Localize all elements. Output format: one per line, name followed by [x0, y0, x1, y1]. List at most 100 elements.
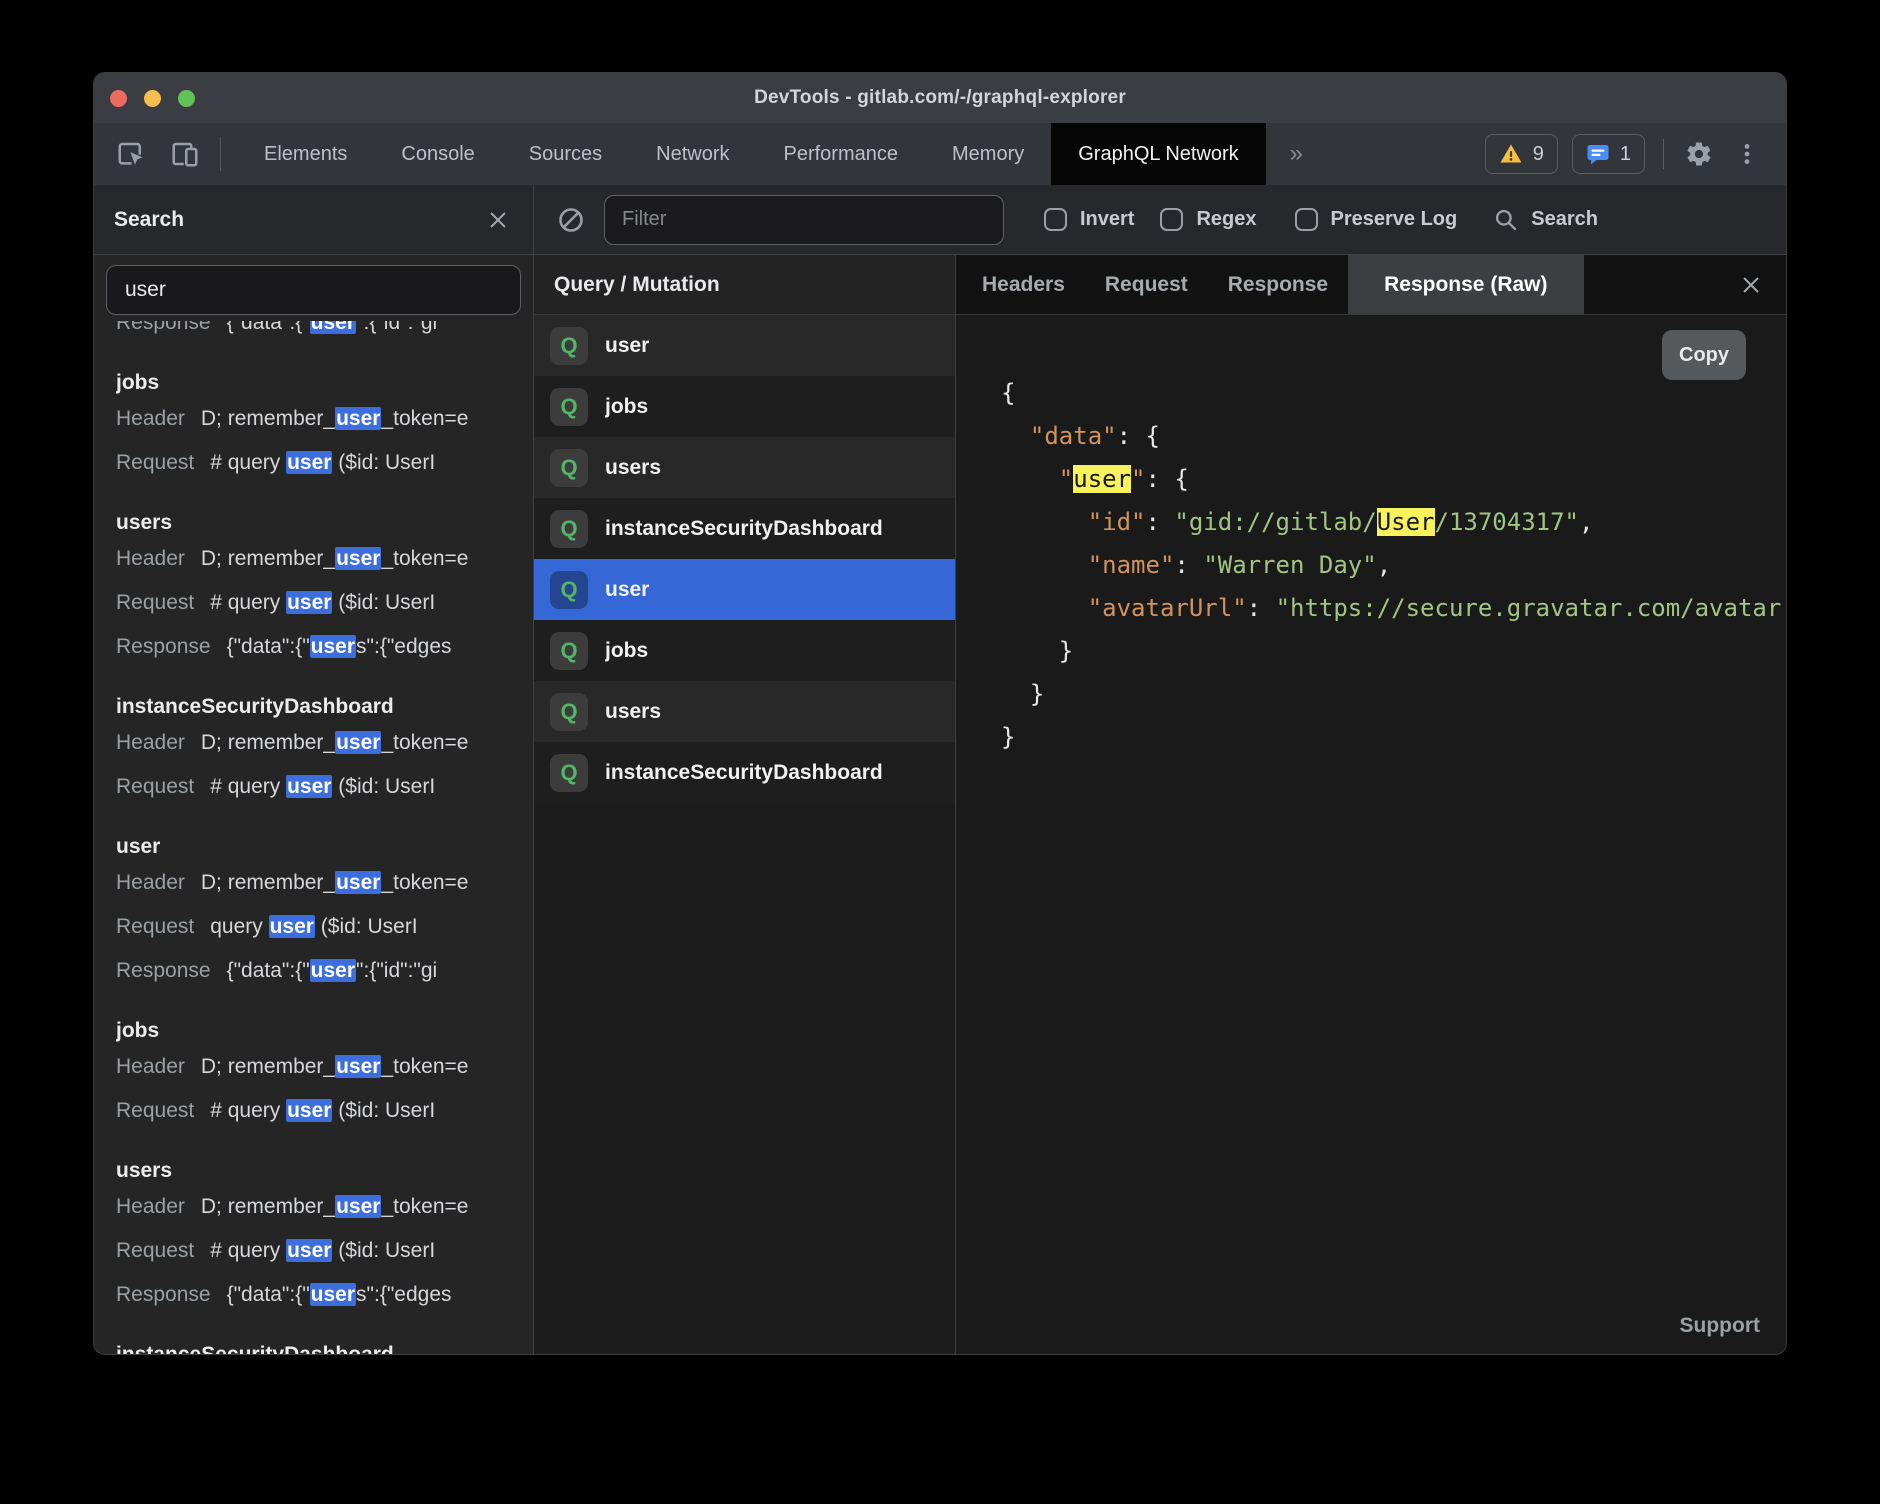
search-result-line[interactable]: HeaderD; remember_user_token=e — [94, 537, 533, 581]
search-result-line[interactable]: HeaderD; remember_user_token=e — [94, 397, 533, 441]
tab-graphql-network[interactable]: GraphQL Network — [1051, 123, 1265, 185]
regex-checkbox-group[interactable]: Regex — [1160, 208, 1256, 231]
more-tabs-chevron-icon[interactable]: » — [1266, 123, 1327, 185]
close-search-panel-icon[interactable] — [483, 205, 513, 235]
toolbar-search-button[interactable]: Search — [1493, 207, 1598, 233]
kebab-menu-icon[interactable] — [1730, 137, 1764, 171]
query-list-item-instanceSecurityDashboard[interactable]: QinstanceSecurityDashboard — [534, 498, 955, 559]
query-type-icon: Q — [550, 510, 588, 548]
tab-performance[interactable]: Performance — [757, 123, 926, 185]
query-list-item-user[interactable]: Quser — [534, 315, 955, 376]
json-line: } — [1001, 673, 1786, 716]
search-result-line[interactable]: HeaderD; remember_user_token=e — [94, 721, 533, 765]
query-type-icon: Q — [550, 632, 588, 670]
inspect-element-icon[interactable] — [114, 137, 148, 171]
query-type-icon: Q — [550, 388, 588, 426]
json-line: } — [1001, 716, 1786, 759]
devtools-tab-bar: ElementsConsoleSourcesNetworkPerformance… — [94, 123, 1786, 185]
minimize-window-button[interactable] — [144, 90, 161, 107]
query-item-label: users — [605, 700, 661, 724]
window-title: DevTools - gitlab.com/-/graphql-explorer — [754, 87, 1126, 109]
tab-elements[interactable]: Elements — [237, 123, 374, 185]
result-line-label: Header — [116, 407, 185, 430]
json-line: "avatarUrl": "https://secure.gravatar.co… — [1001, 587, 1786, 630]
search-input[interactable] — [106, 265, 521, 315]
detail-tab-request[interactable]: Request — [1085, 255, 1208, 314]
query-list-item-jobs[interactable]: Qjobs — [534, 376, 955, 437]
invert-checkbox-group[interactable]: Invert — [1044, 208, 1134, 231]
search-results: Response{"data":{"user":{"id":"gijobsHea… — [94, 321, 533, 1354]
query-list-item-users[interactable]: Qusers — [534, 437, 955, 498]
search-match-highlight: user — [335, 1055, 381, 1078]
search-result-line[interactable]: HeaderD; remember_user_token=e — [94, 1185, 533, 1229]
support-link[interactable]: Support — [1680, 1314, 1760, 1338]
search-match-highlight: user — [310, 321, 356, 334]
close-detail-icon[interactable] — [1736, 270, 1766, 300]
zoom-window-button[interactable] — [178, 90, 195, 107]
query-item-label: users — [605, 456, 661, 480]
query-type-icon: Q — [550, 327, 588, 365]
preserve-log-checkbox[interactable] — [1295, 208, 1318, 231]
result-line-label: Request — [116, 1239, 194, 1262]
json-line: "data": { — [1001, 415, 1786, 458]
detail-tab-headers[interactable]: Headers — [962, 255, 1085, 314]
close-window-button[interactable] — [110, 90, 127, 107]
search-result-line[interactable]: Request# query user ($id: UserI — [94, 581, 533, 625]
result-line-label: Header — [116, 731, 185, 754]
search-group-title: users — [116, 511, 533, 535]
result-line-label: Request — [116, 591, 194, 614]
search-match-highlight: user — [335, 547, 381, 570]
search-result-line[interactable]: Request# query user ($id: UserI — [94, 765, 533, 809]
query-list-item-user[interactable]: Quser — [534, 559, 955, 620]
query-mutation-header: Query / Mutation — [534, 255, 955, 315]
search-result-line[interactable]: HeaderD; remember_user_token=e — [94, 861, 533, 905]
messages-badge[interactable]: 1 — [1572, 134, 1645, 174]
invert-checkbox[interactable] — [1044, 208, 1067, 231]
settings-gear-icon[interactable] — [1682, 137, 1716, 171]
search-result-line[interactable]: Response{"data":{"users":{"edges — [94, 625, 533, 669]
search-result-line[interactable]: Request# query user ($id: UserI — [94, 1229, 533, 1273]
filter-input[interactable] — [604, 195, 1004, 245]
json-line: "user": { — [1001, 458, 1786, 501]
search-result-line[interactable]: Response{"data":{"user":{"id":"gi — [94, 949, 533, 993]
search-result-line[interactable]: Request# query user ($id: UserI — [94, 1089, 533, 1133]
regex-checkbox[interactable] — [1160, 208, 1183, 231]
preserve-log-checkbox-group[interactable]: Preserve Log — [1295, 208, 1458, 231]
copy-button[interactable]: Copy — [1662, 330, 1746, 380]
search-result-line[interactable]: Response{"data":{"users":{"edges — [94, 1273, 533, 1317]
message-icon — [1586, 142, 1610, 166]
title-bar: DevTools - gitlab.com/-/graphql-explorer — [94, 73, 1786, 123]
warnings-badge[interactable]: 9 — [1485, 134, 1558, 174]
query-list-item-jobs[interactable]: Qjobs — [534, 620, 955, 681]
query-type-icon: Q — [550, 754, 588, 792]
device-toolbar-icon[interactable] — [168, 137, 202, 171]
query-item-label: user — [605, 334, 649, 358]
result-line-label: Header — [116, 547, 185, 570]
query-list-item-instanceSecurityDashboard[interactable]: QinstanceSecurityDashboard — [534, 742, 955, 803]
detail-tab-response-raw-[interactable]: Response (Raw) — [1348, 255, 1583, 314]
tab-network[interactable]: Network — [629, 123, 756, 185]
search-group-title: instanceSecurityDashboard — [116, 1343, 533, 1354]
search-group-title: instanceSecurityDashboard — [116, 695, 533, 719]
json-line: } — [1001, 630, 1786, 673]
clear-icon[interactable] — [554, 203, 588, 237]
search-result-line[interactable]: Response{"data":{"user":{"id":"gi — [94, 321, 533, 345]
search-result-line[interactable]: HeaderD; remember_user_token=e — [94, 1045, 533, 1089]
result-line-label: Response — [116, 1283, 211, 1306]
query-mutation-panel: Query / Mutation QuserQjobsQusersQinstan… — [534, 255, 956, 1354]
devtools-window: DevTools - gitlab.com/-/graphql-explorer… — [93, 72, 1787, 1355]
preserve-log-label: Preserve Log — [1331, 208, 1458, 231]
search-result-line[interactable]: Requestquery user ($id: UserI — [94, 905, 533, 949]
search-match-highlight: user — [310, 635, 356, 658]
tab-memory[interactable]: Memory — [925, 123, 1051, 185]
detail-tab-response[interactable]: Response — [1208, 255, 1348, 314]
tab-sources[interactable]: Sources — [502, 123, 629, 185]
tab-console[interactable]: Console — [374, 123, 501, 185]
json-response: { "data": { "user": { "id": "gid://gitla… — [956, 315, 1786, 759]
query-item-label: jobs — [605, 639, 648, 663]
search-result-line[interactable]: Request# query user ($id: UserI — [94, 441, 533, 485]
response-raw-body: Copy { "data": { "user": { "id": "gid://… — [956, 315, 1786, 1354]
query-list-item-users[interactable]: Qusers — [534, 681, 955, 742]
traffic-lights — [110, 73, 195, 123]
search-match-highlight: user — [335, 407, 381, 430]
